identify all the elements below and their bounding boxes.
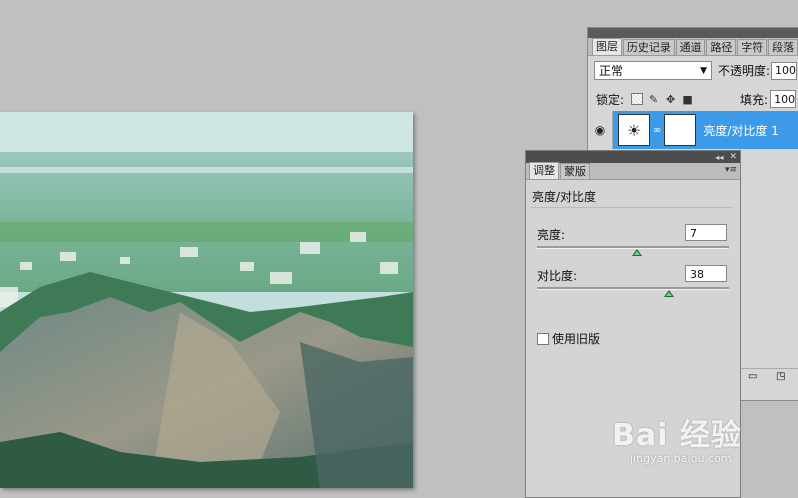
use-legacy-checkbox[interactable] xyxy=(537,333,549,345)
tab-adjustments[interactable]: 调整 xyxy=(529,162,559,179)
contrast-slider-thumb[interactable] xyxy=(664,290,675,297)
tab-paths[interactable]: 路径 xyxy=(706,39,737,55)
blend-mode-value: 正常 xyxy=(599,64,624,78)
opacity-value: 100% xyxy=(775,64,797,77)
fill-field[interactable]: 100% xyxy=(770,90,797,108)
tab-paragraph[interactable]: 段落 xyxy=(768,39,798,55)
lock-transparent-icon[interactable] xyxy=(630,93,643,106)
brightness-slider-thumb[interactable] xyxy=(631,249,642,256)
layers-tab-strip: 图层 历史记录 通道 路径 字符 段落 xyxy=(588,38,798,56)
adjustments-tab-strip: 调整 蒙版 ▾≡ xyxy=(526,162,740,180)
new-layer-icon[interactable]: ◳ xyxy=(776,371,785,382)
new-group-icon[interactable]: ▭ xyxy=(748,371,757,382)
tab-channels[interactable]: 通道 xyxy=(675,39,706,55)
layer-mask-thumbnail[interactable] xyxy=(664,114,697,146)
layer-row-brightness-contrast[interactable]: ◉ ☀ ∞ 亮度/对比度 1 xyxy=(588,111,798,149)
canvas-image[interactable] xyxy=(0,112,413,488)
contrast-slider-track[interactable] xyxy=(537,287,729,290)
tab-masks[interactable]: 蒙版 xyxy=(560,163,590,179)
tab-history[interactable]: 历史记录 xyxy=(622,39,675,55)
opacity-field[interactable]: 100% xyxy=(771,61,798,80)
brightness-input[interactable]: 7 xyxy=(685,224,727,241)
layer-name[interactable]: 亮度/对比度 1 xyxy=(703,122,779,139)
eye-icon: ◉ xyxy=(594,123,606,137)
blend-mode-select[interactable]: 正常 ▼ xyxy=(594,61,712,80)
adjustment-thumbnail[interactable]: ☀ xyxy=(618,114,650,146)
use-legacy-label[interactable]: 使用旧版 xyxy=(552,330,600,347)
visibility-toggle[interactable]: ◉ xyxy=(588,111,613,149)
panel-titlebar[interactable] xyxy=(588,28,798,38)
lock-label: 锁定: xyxy=(596,92,625,107)
opacity-label: 不透明度: xyxy=(718,64,771,78)
brightness-label: 亮度: xyxy=(537,228,566,242)
landscape-photo xyxy=(0,112,413,488)
contrast-input[interactable]: 38 xyxy=(685,265,727,282)
brush-icon[interactable]: ✎ xyxy=(647,93,660,106)
move-icon[interactable]: ✥ xyxy=(664,93,677,106)
contrast-label: 对比度: xyxy=(537,269,578,283)
fill-label: 填充: xyxy=(740,92,769,107)
chevron-down-icon: ▼ xyxy=(700,65,707,76)
close-icon[interactable]: ✕ xyxy=(729,152,737,162)
baidu-watermark: Bai 经验 jingyan.baidu.com xyxy=(612,410,742,465)
fill-value: 100% xyxy=(774,92,796,106)
tab-character[interactable]: 字符 xyxy=(737,39,768,55)
watermark-logo: Bai 经验 xyxy=(612,418,742,453)
tab-layers[interactable]: 图层 xyxy=(592,38,622,55)
panel-menu-icon[interactable]: ▾≡ xyxy=(725,165,737,175)
link-icon[interactable]: ∞ xyxy=(653,125,661,136)
lock-icon[interactable]: ■ xyxy=(681,93,694,106)
collapse-icon[interactable]: ◂◂ xyxy=(715,153,723,162)
watermark-url: jingyan.baidu.com xyxy=(630,452,732,465)
adjustment-title: 亮度/对比度 xyxy=(532,190,597,204)
brightness-icon: ☀ xyxy=(626,120,642,140)
